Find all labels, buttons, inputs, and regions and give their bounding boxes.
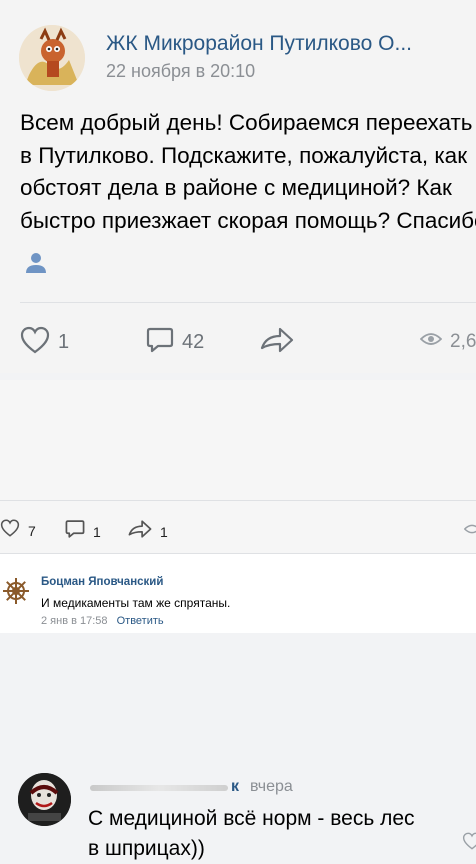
divider — [0, 500, 476, 501]
post-text-line: быстро приезжает скорая помощь? Спасибо — [20, 207, 476, 233]
share-icon — [128, 519, 152, 544]
comment-meta: 2 янв в 17:58 Ответить — [41, 615, 164, 627]
reply-count: 1 — [93, 523, 101, 540]
like-count: 1 — [58, 331, 70, 353]
post-text-line: обстоят дела в районе с медициной? Как — [20, 175, 452, 200]
comment-icon — [146, 326, 174, 359]
user-icon[interactable] — [24, 250, 48, 279]
commenter-name[interactable]: к — [231, 778, 239, 796]
comment-icon — [65, 519, 85, 544]
post-timestamp[interactable]: 22 ноября в 20:10 — [106, 61, 255, 82]
commenter-name-blurred — [90, 785, 228, 791]
post-author-name[interactable]: ЖК Микрорайон Путилково О... — [106, 32, 412, 56]
post-text-line: в Путилково. Подскажите, пожалуйста, как — [20, 142, 468, 168]
comment-timestamp[interactable]: вчера — [250, 778, 293, 796]
post-text: Всем добрый день! Собираемся переехать в… — [20, 107, 476, 237]
like-button[interactable]: 7 — [0, 519, 36, 542]
comment-like-button[interactable] — [462, 832, 476, 855]
comment-text-line: С медициной всё норм - весь лес — [88, 807, 415, 830]
eye-icon — [463, 521, 476, 542]
community-avatar[interactable] — [19, 25, 85, 91]
divider — [20, 302, 476, 303]
comment-timestamp[interactable]: 2 янв в 17:58 — [41, 615, 108, 627]
heart-icon — [20, 326, 50, 359]
views-count: 2,6 — [450, 330, 476, 352]
reply-button[interactable]: 1 — [65, 519, 101, 544]
like-count: 7 — [28, 522, 36, 539]
views-indicator: 2,6 — [419, 328, 476, 355]
comment-count: 42 — [182, 331, 205, 353]
comment-text: И медикаменты там же спрятаны. — [41, 596, 231, 610]
commenter-name[interactable]: Боцман Яповчанский — [41, 576, 163, 588]
like-button[interactable]: 1 — [20, 326, 69, 359]
share-button[interactable]: 1 — [128, 519, 168, 544]
heart-icon — [462, 832, 476, 855]
reply-link[interactable]: Ответить — [117, 615, 164, 627]
divider — [0, 553, 476, 554]
comment-text-line: в шприцах)) — [88, 837, 205, 860]
views-indicator — [463, 521, 476, 542]
heart-icon — [0, 519, 20, 542]
share-count: 1 — [160, 523, 168, 540]
comment-text: С медициной всё норм - весь лес в шприца… — [88, 804, 415, 864]
eye-icon — [419, 328, 443, 355]
post-text-line: Всем добрый день! Собираемся переехать — [20, 110, 473, 135]
comment: к вчера С медициной всё норм - весь лес … — [0, 380, 476, 860]
comment-button[interactable]: 42 — [146, 326, 204, 359]
share-button[interactable] — [260, 326, 294, 359]
helm-icon[interactable] — [2, 577, 30, 605]
commenter-avatar[interactable] — [18, 773, 71, 826]
share-icon — [260, 326, 294, 359]
post-card: ЖК Микрорайон Путилково О... 22 ноября в… — [0, 0, 476, 373]
